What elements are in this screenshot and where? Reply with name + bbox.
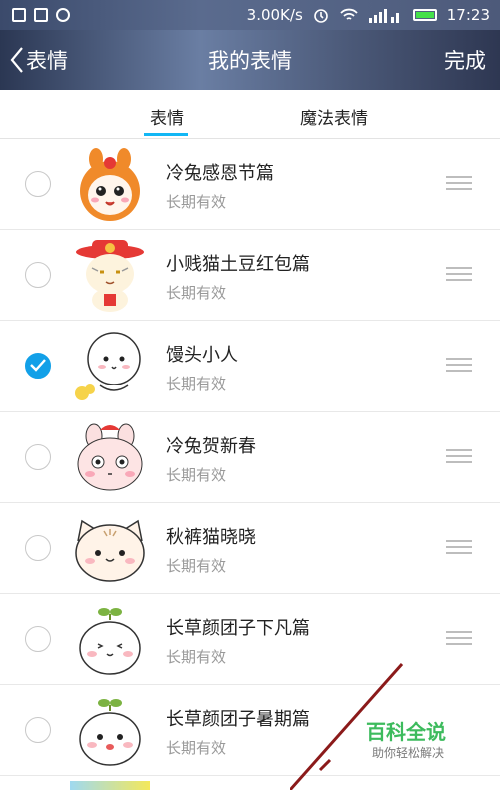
list-item[interactable]: 长草颜团子下凡篇 长期有效 [0,594,500,685]
list-item[interactable]: 冷兔感恩节篇 长期有效 [0,139,500,230]
list-item[interactable]: 馒头小人 长期有效 [0,321,500,412]
list-item[interactable]: 秋裤猫晓晓 长期有效 [0,503,500,594]
select-radio[interactable] [25,717,51,743]
sticker-validity: 长期有效 [166,557,227,575]
sticker-name: 小贱猫土豆红包篇 [166,254,310,275]
list-item[interactable]: 小贱猫土豆红包篇 长期有效 [0,230,500,321]
image-icon [12,8,26,22]
pink-bunny-sticker-icon [77,423,143,491]
chevron-left-icon [10,47,23,73]
wifi-icon [340,8,358,20]
list-item[interactable]: 冷兔贺新春 长期有效 [0,412,500,503]
tab-stickers[interactable]: 表情 [150,104,184,129]
select-radio[interactable] [25,171,51,197]
alarm-icon [313,9,328,23]
select-radio[interactable] [25,626,51,652]
tab-bar: 表情 魔法表情 [0,90,500,139]
apps-icon [34,8,48,22]
sprout-dumpling-sticker-icon [79,608,141,675]
sticker-validity: 长期有效 [166,648,227,666]
cat-red-hat-sticker-icon [76,240,144,312]
signal-icon [368,9,399,23]
sticker-validity: 长期有效 [166,193,227,211]
sticker-name: 馒头小人 [166,345,238,366]
status-bar: 3.00K/s 17:23 [0,0,500,30]
battery-icon [412,9,437,21]
header-bar: 表情 我的表情 完成 [0,30,500,90]
sticker-name: 冷兔贺新春 [166,436,256,457]
sticker-name: 长草颜团子暑期篇 [166,709,310,730]
tab-magic-stickers[interactable]: 魔法表情 [300,104,368,129]
sticker-name: 长草颜团子下凡篇 [166,618,310,639]
select-radio[interactable] [25,262,51,288]
active-tab-indicator [144,133,188,136]
sticker-validity: 长期有效 [166,466,227,484]
back-label: 表情 [26,49,68,73]
sticker-validity: 长期有效 [166,375,227,393]
drag-handle-icon[interactable] [446,631,472,649]
sticker-name: 秋裤猫晓晓 [166,527,256,548]
sticker-name: 冷兔感恩节篇 [166,163,274,184]
orange-bunny-sticker-icon [80,148,140,221]
select-radio[interactable] [25,535,51,561]
page-title: 我的表情 [208,49,292,73]
watermark-subtitle: 助你轻松解决 [372,746,445,760]
select-radio-checked[interactable] [25,353,51,379]
cat-face-sticker-icon [75,519,145,582]
back-button[interactable]: 表情 [0,45,68,75]
sticker-list: 冷兔感恩节篇 长期有效 小贱猫土豆红包篇 长期有效 馒头小人 长期有效 冷兔贺新… [0,139,500,776]
bun-person-sticker-icon [75,332,141,400]
sprout-dumpling-sticker-icon [79,699,141,766]
check-icon [30,359,46,372]
sticker-validity: 长期有效 [166,739,227,757]
watermark-title: 百科全说 [366,720,446,744]
clock-time: 17:23 [446,6,490,24]
done-button[interactable]: 完成 [444,45,500,75]
drag-handle-icon[interactable] [446,176,472,194]
network-speed: 3.00K/s [246,6,303,24]
drag-handle-icon[interactable] [446,540,472,558]
drag-handle-icon[interactable] [446,267,472,285]
sticker-validity: 长期有效 [166,284,227,302]
select-radio[interactable] [25,444,51,470]
clock-icon [56,8,70,22]
drag-handle-icon[interactable] [446,358,472,376]
partial-sticker-thumbnail [70,781,150,790]
drag-handle-icon[interactable] [446,449,472,467]
